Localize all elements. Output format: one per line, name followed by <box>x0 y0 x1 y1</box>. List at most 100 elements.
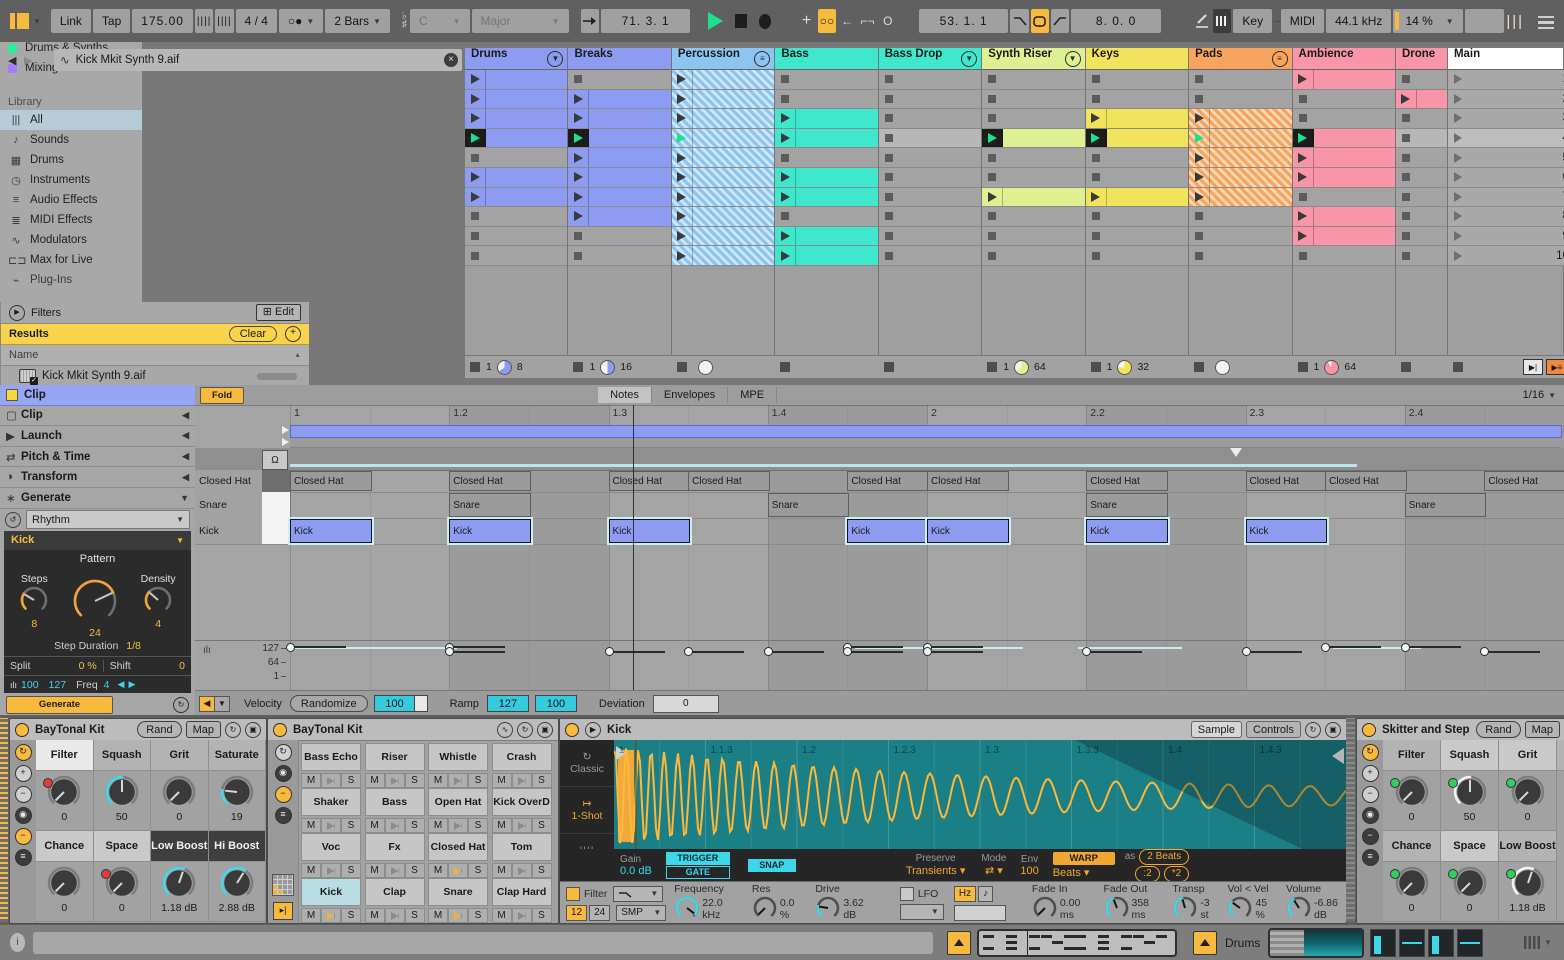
pad-mute-button[interactable]: M <box>301 773 321 788</box>
midi-note[interactable]: Kick <box>608 519 691 543</box>
rack3-knob-squash[interactable]: Squash 50 <box>1441 740 1499 831</box>
time-signature-field[interactable]: 4 / 4 <box>235 9 277 33</box>
menu-circle-icon[interactable]: ≡ <box>754 51 771 67</box>
clip-launch-button[interactable] <box>465 70 486 89</box>
refresh-icon[interactable]: ↻ <box>517 721 533 738</box>
generate-knob-steps[interactable]: Steps 8 <box>19 573 49 630</box>
pad-mute-button[interactable]: M <box>428 818 448 833</box>
generate-button[interactable]: Generate <box>6 695 113 714</box>
tab-mpe[interactable]: MPE <box>728 387 778 403</box>
small-knob-dial[interactable] <box>1104 895 1130 924</box>
clip-stop-button[interactable] <box>1396 109 1416 128</box>
sidebar-item-max-for-live[interactable]: ⊏⊐ Max for Live <box>0 250 142 270</box>
clip-stop-button[interactable] <box>982 90 1002 109</box>
remove-macro-icon[interactable]: − <box>14 786 32 803</box>
drum-pad-riser[interactable]: Riser M S <box>364 743 425 788</box>
clip-slot[interactable] <box>568 226 671 247</box>
midi-note[interactable]: Snare <box>449 493 531 517</box>
clip-slot[interactable] <box>1395 246 1447 266</box>
pad-name[interactable]: Bass Echo <box>301 743 361 771</box>
clip-slot[interactable] <box>1085 109 1189 129</box>
window-menu-icon[interactable] <box>1538 13 1555 30</box>
clip-slot[interactable] <box>878 70 982 90</box>
chevron-circle-icon[interactable]: ▼ <box>961 51 978 67</box>
pad-name[interactable]: Tom <box>491 833 552 861</box>
freq-value[interactable]: 4 <box>104 679 110 691</box>
pad-play-button[interactable] <box>384 863 405 878</box>
clip-slot[interactable] <box>775 207 878 227</box>
clip-slot[interactable] <box>568 128 671 149</box>
clip-slot[interactable] <box>878 246 982 266</box>
clip-slot[interactable] <box>878 148 982 168</box>
section-tab-clip[interactable]: ▢ Clip ◀ <box>0 406 195 427</box>
clip-launch-button[interactable] <box>672 70 693 89</box>
track-header[interactable]: Main <box>1447 48 1563 70</box>
midi-note[interactable]: Kick <box>449 519 531 543</box>
clip-slot[interactable] <box>671 226 775 247</box>
filter-drive-menu[interactable]: SMP ▼ <box>616 904 667 921</box>
midi-note[interactable]: Snare <box>1404 493 1487 517</box>
clip-slot[interactable] <box>1085 246 1189 266</box>
shift-value[interactable]: 0 <box>179 660 185 672</box>
lfo-sync-button[interactable]: ♪ <box>978 885 994 902</box>
clip-stop-button[interactable] <box>465 207 485 226</box>
pad-name[interactable]: Fx <box>364 833 425 861</box>
clip-slot[interactable] <box>465 109 568 129</box>
chevron-down-icon[interactable]: ▼ <box>180 493 189 503</box>
clip-slot[interactable] <box>1292 207 1395 227</box>
pad-name[interactable]: Kick OverD <box>491 788 552 816</box>
scene-row[interactable]: 2 <box>1447 89 1564 110</box>
clip-stop-button[interactable] <box>1293 188 1313 207</box>
scene-row[interactable]: 6 <box>1447 168 1564 188</box>
clip-slot[interactable] <box>1395 187 1447 208</box>
map-button[interactable]: Map <box>185 721 221 738</box>
pad-solo-button[interactable]: S <box>531 863 552 878</box>
back-to-arrangement-icon[interactable]: ← <box>838 9 856 33</box>
clip-slot[interactable] <box>465 207 568 227</box>
midi-note[interactable]: Snare <box>767 493 850 517</box>
clip-slot[interactable] <box>1292 70 1395 90</box>
key-strip[interactable] <box>262 518 291 545</box>
clip-launch-button[interactable] <box>672 226 693 246</box>
pad-play-button[interactable] <box>321 908 341 923</box>
audition-headphone-button[interactable]: Ω <box>262 450 288 470</box>
clip-stop-button[interactable] <box>1086 207 1106 226</box>
show-clip-view-button[interactable] <box>947 930 971 955</box>
pad-mute-button[interactable]: M <box>428 773 448 788</box>
browser-forward-button[interactable]: ▶ <box>24 54 40 67</box>
pad-mute-button[interactable]: M <box>364 908 385 923</box>
clip-stop-button[interactable] <box>1189 90 1209 109</box>
clip-slot[interactable] <box>568 109 671 129</box>
slope-24-button[interactable]: 24 <box>589 904 611 921</box>
file-row[interactable]: ✓ Kick Mkit Synth 9.aif <box>1 366 309 387</box>
section-tab-pitch-time[interactable]: ⇄ Pitch & Time ◀ <box>0 447 195 468</box>
midi-note[interactable]: Closed Hat <box>449 471 531 491</box>
clip-launch-button[interactable] <box>1189 187 1211 207</box>
drum-pad-clap-hard[interactable]: Clap Hard M S <box>491 878 552 923</box>
add-macro-icon[interactable]: + <box>14 765 32 782</box>
small-knob-dial[interactable] <box>674 895 700 924</box>
search-clear-icon[interactable]: × <box>444 53 458 67</box>
chain-list-icon[interactable]: ≡ <box>1361 849 1379 866</box>
generate-mode-menu[interactable]: Rhythm ▼ <box>26 510 190 530</box>
clip-slot[interactable] <box>1292 128 1395 149</box>
lfo-shape-menu[interactable]: ▼ <box>899 903 944 920</box>
clear-filters-button[interactable]: Clear <box>228 326 277 342</box>
ramp-start-field[interactable]: 127 <box>486 695 529 712</box>
clip-slot[interactable] <box>568 246 671 266</box>
sidebar-item-plug-ins[interactable]: ⌁ Plug-Ins <box>0 270 142 290</box>
macro-variations-icon[interactable]: ↻ <box>274 744 292 761</box>
clip-slot[interactable] <box>878 89 982 110</box>
filter-checkbox[interactable] <box>566 886 580 901</box>
rack2-header[interactable]: BayTonal Kit ∿ ↻ ▣ <box>268 719 558 741</box>
menu-circle-icon[interactable]: ≡ <box>1271 51 1288 67</box>
clip-slot[interactable] <box>568 168 671 188</box>
clip-slot[interactable] <box>1292 109 1395 129</box>
rack1-knob-low-boost[interactable]: Low Boost 1.18 dB <box>151 831 209 922</box>
clip-slot[interactable] <box>982 128 1085 149</box>
clip-stop-button[interactable] <box>1086 246 1106 265</box>
map-mode-icon[interactable]: ◉ <box>1361 807 1379 824</box>
clip-launch-button[interactable] <box>1189 109 1211 128</box>
trigger-button[interactable]: TRIGGER <box>665 851 730 865</box>
clip-stop-button[interactable] <box>879 129 899 148</box>
